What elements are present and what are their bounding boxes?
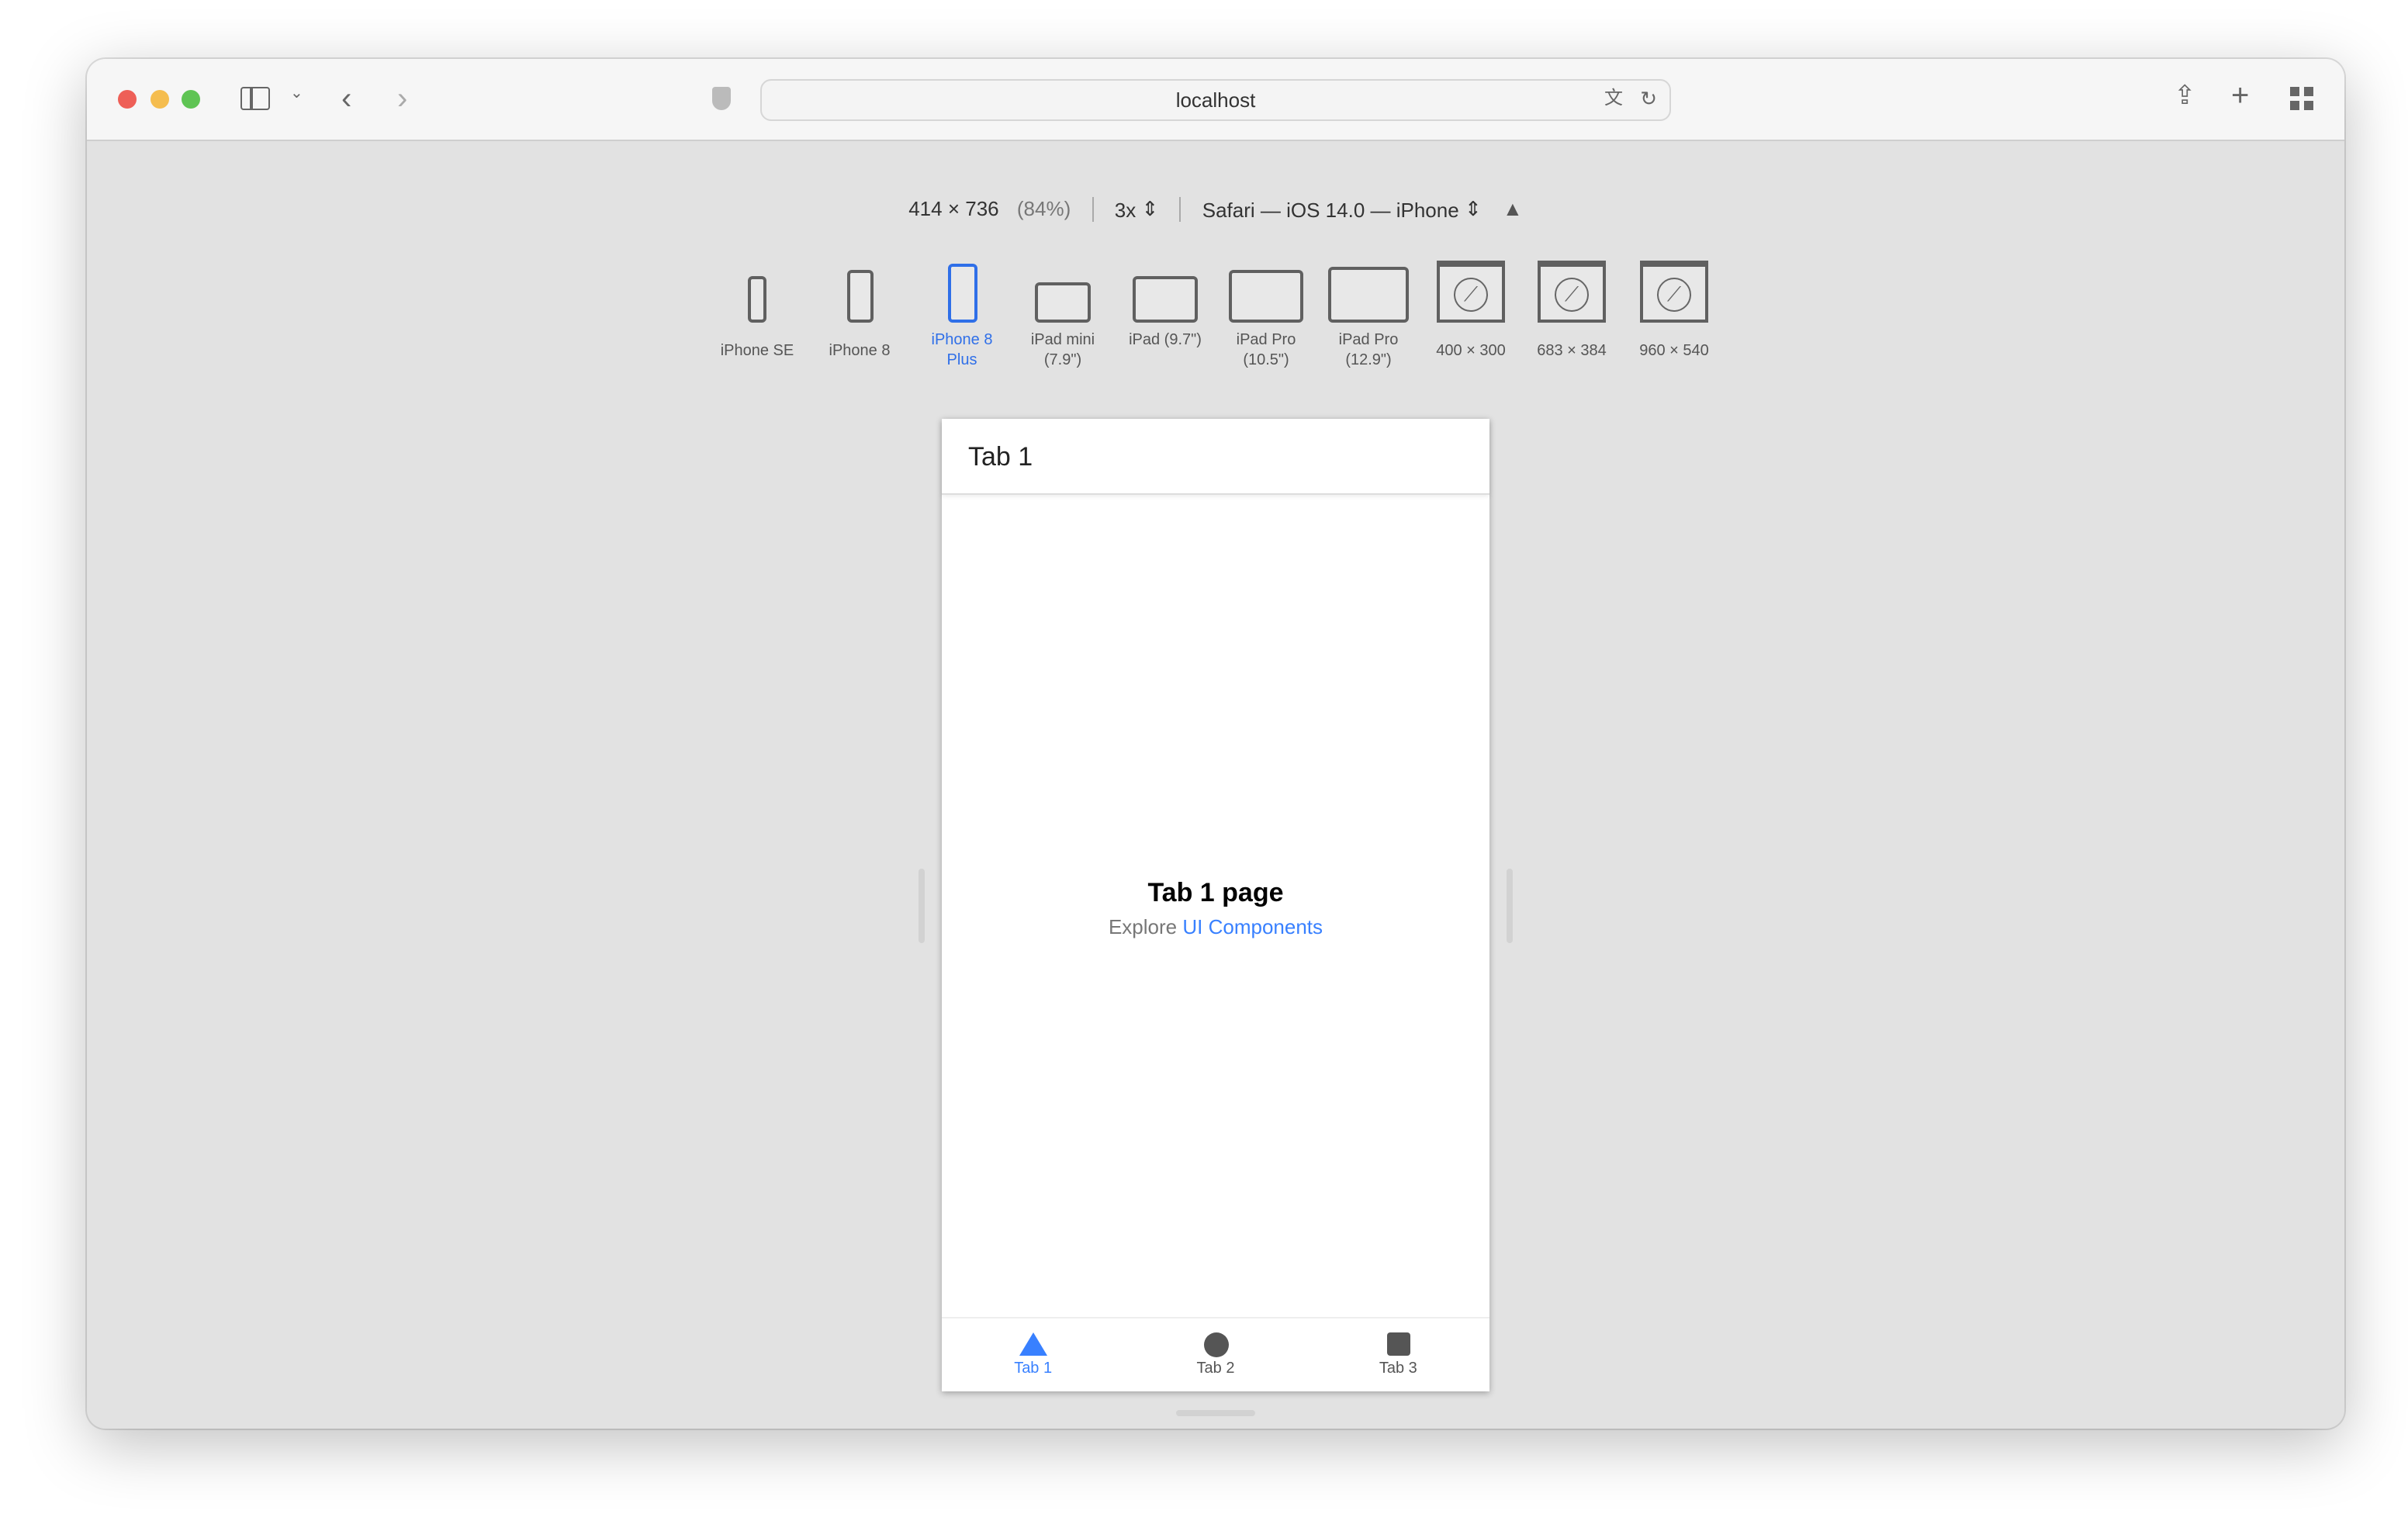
device-label: iPad Pro (10.5")	[1236, 332, 1296, 369]
user-agent-value: Safari — iOS 14.0 — iPhone	[1202, 198, 1459, 222]
device-label: iPad (9.7")	[1129, 332, 1202, 349]
device-label: iPhone SE	[720, 343, 794, 360]
device-label: 400 × 300	[1436, 343, 1506, 360]
resize-handle-right[interactable]	[1507, 869, 1513, 943]
device-preset-9[interactable]: ⟋ 960 × 540	[1626, 257, 1722, 361]
iphone-icon	[748, 276, 766, 323]
device-preset-7[interactable]: ⟋ 400 × 300	[1423, 257, 1519, 361]
scale-select[interactable]: 3x ⇕	[1115, 196, 1159, 221]
ipad-icon	[1328, 267, 1409, 323]
resize-handle-left[interactable]	[919, 869, 925, 943]
toolbar: ⌄ ‹ › localhost 文 ↻ ⇪ +	[87, 59, 2344, 141]
device-preset-3[interactable]: iPad mini (7.9")	[1015, 257, 1111, 371]
compass-icon: ⟋	[1437, 261, 1505, 323]
device-label: 683 × 384	[1537, 343, 1607, 360]
iphone-icon	[846, 270, 873, 323]
device-preset-2[interactable]: iPhone 8 Plus	[914, 257, 1010, 371]
device-preset-1[interactable]: iPhone 8	[811, 257, 908, 361]
device-preset-8[interactable]: ⟋ 683 × 384	[1524, 257, 1620, 361]
device-preset-5[interactable]: iPad Pro (10.5")	[1218, 257, 1314, 371]
page-title: Tab 1 page	[1147, 878, 1284, 907]
device-label: iPhone 8 Plus	[931, 332, 993, 369]
divider	[1092, 196, 1094, 222]
device-preset-0[interactable]: iPhone SE	[709, 257, 805, 361]
viewport-percent: (84%)	[1016, 197, 1071, 221]
square-icon	[1386, 1332, 1410, 1356]
ipad-icon	[1035, 282, 1091, 323]
minimize-button[interactable]	[150, 90, 169, 109]
url-text: localhost	[1175, 88, 1256, 112]
tab-label: Tab 1	[1014, 1360, 1053, 1377]
app-header: Tab 1	[942, 419, 1489, 495]
device-label: iPhone 8	[829, 343, 891, 360]
zoom-button[interactable]	[182, 90, 200, 109]
responsive-info-bar: 414 × 736 (84%) 3x ⇕ Safari — iOS 14.0 —…	[87, 195, 2344, 221]
back-icon[interactable]: ‹	[341, 84, 351, 115]
device-viewport: Tab 1 Tab 1 page Explore UI Components T…	[942, 419, 1489, 1391]
explore-text: Explore	[1108, 915, 1178, 938]
tab-label: Tab 2	[1196, 1360, 1235, 1377]
tab-bar: Tab 1 Tab 2 Tab 3	[942, 1317, 1489, 1391]
ipad-icon	[1133, 276, 1198, 323]
device-label: 960 × 540	[1639, 343, 1709, 360]
sidebar-icon[interactable]	[240, 87, 270, 110]
compass-icon: ⟋	[1538, 261, 1606, 323]
divider	[1179, 196, 1182, 222]
translate-icon[interactable]: 文	[1604, 88, 1623, 107]
resize-handle-bottom[interactable]	[1176, 1410, 1255, 1416]
device-preset-6[interactable]: iPad Pro (12.9")	[1320, 257, 1417, 371]
new-tab-icon[interactable]: +	[2231, 81, 2249, 112]
tab-2[interactable]: Tab 2	[1124, 1318, 1306, 1391]
tab-label: Tab 3	[1379, 1360, 1417, 1377]
browser-window: ⌄ ‹ › localhost 文 ↻ ⇪ + 414 × 736 (84%) …	[87, 59, 2344, 1429]
tab-1[interactable]: Tab 1	[942, 1318, 1124, 1391]
tab-3[interactable]: Tab 3	[1307, 1318, 1489, 1391]
device-preset-4[interactable]: iPad (9.7")	[1117, 257, 1213, 351]
forward-icon[interactable]: ›	[397, 84, 407, 115]
page-content: Tab 1 page Explore UI Components	[942, 878, 1489, 938]
close-button[interactable]	[118, 90, 137, 109]
header-title: Tab 1	[968, 442, 1033, 472]
chevron-down-icon[interactable]: ⌄	[290, 86, 303, 102]
triangle-icon	[1019, 1332, 1047, 1356]
ipad-icon	[1229, 270, 1303, 323]
compass-icon: ⟋	[1640, 261, 1708, 323]
tab-overview-icon[interactable]	[2290, 87, 2313, 110]
circle-icon	[1203, 1332, 1228, 1357]
iphone-icon	[947, 264, 977, 323]
warning-icon[interactable]: ▲	[1503, 197, 1523, 220]
address-bar[interactable]: localhost 文 ↻	[760, 79, 1671, 121]
device-label: iPad mini (7.9")	[1030, 332, 1095, 369]
device-label: iPad Pro (12.9")	[1338, 332, 1399, 369]
user-agent-select[interactable]: Safari — iOS 14.0 — iPhone ⇕	[1202, 196, 1482, 221]
reload-icon[interactable]: ↻	[1640, 88, 1657, 109]
ui-components-link[interactable]: UI Components	[1182, 915, 1323, 938]
share-icon[interactable]: ⇪	[2174, 82, 2196, 109]
scale-value: 3x	[1114, 198, 1137, 222]
viewport-dimensions: 414 × 736	[908, 197, 999, 221]
shield-icon[interactable]	[712, 87, 731, 110]
